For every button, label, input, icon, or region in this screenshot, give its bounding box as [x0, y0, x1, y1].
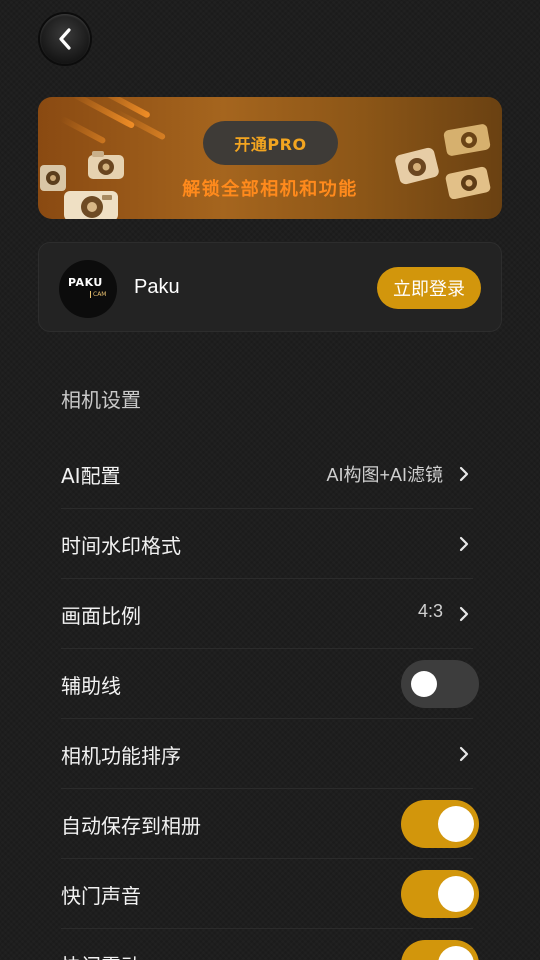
camera-decor-icon: [443, 124, 491, 156]
login-button[interactable]: 立即登录: [377, 267, 481, 309]
settings-row[interactable]: 时间水印格式: [61, 509, 473, 579]
settings-row[interactable]: 自动保存到相册: [61, 789, 479, 859]
back-button[interactable]: [40, 14, 90, 64]
avatar-logo-subtext: CAM: [90, 291, 106, 298]
settings-row-label: 辅助线: [61, 674, 121, 698]
toggle-switch[interactable]: [401, 660, 479, 708]
toggle-switch[interactable]: [401, 940, 479, 960]
settings-row[interactable]: 画面比例 4:3: [61, 579, 473, 649]
pro-banner[interactable]: 开通PRO 解锁全部相机和功能: [38, 97, 502, 219]
settings-row[interactable]: 快门震动: [61, 929, 479, 960]
settings-row[interactable]: 相机功能排序: [61, 719, 473, 789]
settings-row-label: AI配置: [61, 464, 121, 488]
chevron-left-icon: [59, 28, 71, 50]
toggle-knob: [438, 876, 474, 912]
settings-row-label: 相机功能排序: [61, 744, 181, 768]
account-card: PAKU CAM Paku 立即登录: [38, 242, 502, 332]
toggle-switch[interactable]: [401, 870, 479, 918]
settings-row-label: 自动保存到相册: [61, 814, 201, 838]
settings-row[interactable]: 快门声音: [61, 859, 479, 929]
chevron-right-icon: [459, 466, 469, 482]
settings-row[interactable]: AI配置 AI构图+AI滤镜: [61, 439, 473, 509]
avatar: PAKU CAM: [59, 260, 117, 318]
toggle-knob: [438, 946, 474, 960]
toggle-knob: [411, 671, 437, 697]
chevron-right-icon: [459, 536, 469, 552]
chevron-right-icon: [459, 606, 469, 622]
chevron-right-icon: [459, 746, 469, 762]
settings-row-label: 快门声音: [61, 884, 141, 908]
settings-row-label: 时间水印格式: [61, 534, 181, 558]
settings-row[interactable]: 辅助线: [61, 649, 479, 719]
username: Paku: [134, 276, 180, 298]
decor-streak: [59, 115, 107, 145]
settings-row-label: 快门震动: [61, 950, 141, 960]
banner-subtitle: 解锁全部相机和功能: [182, 179, 358, 200]
open-pro-button[interactable]: 开通PRO: [203, 121, 338, 165]
avatar-logo-text: PAKU: [68, 276, 103, 289]
settings-row-label: 画面比例: [61, 604, 141, 628]
section-title: 相机设置: [61, 388, 141, 412]
toggle-knob: [438, 806, 474, 842]
settings-row-value: 4:3: [417, 601, 443, 621]
settings-row-value: AI构图+AI滤镜: [326, 465, 443, 485]
toggle-switch[interactable]: [401, 800, 479, 848]
